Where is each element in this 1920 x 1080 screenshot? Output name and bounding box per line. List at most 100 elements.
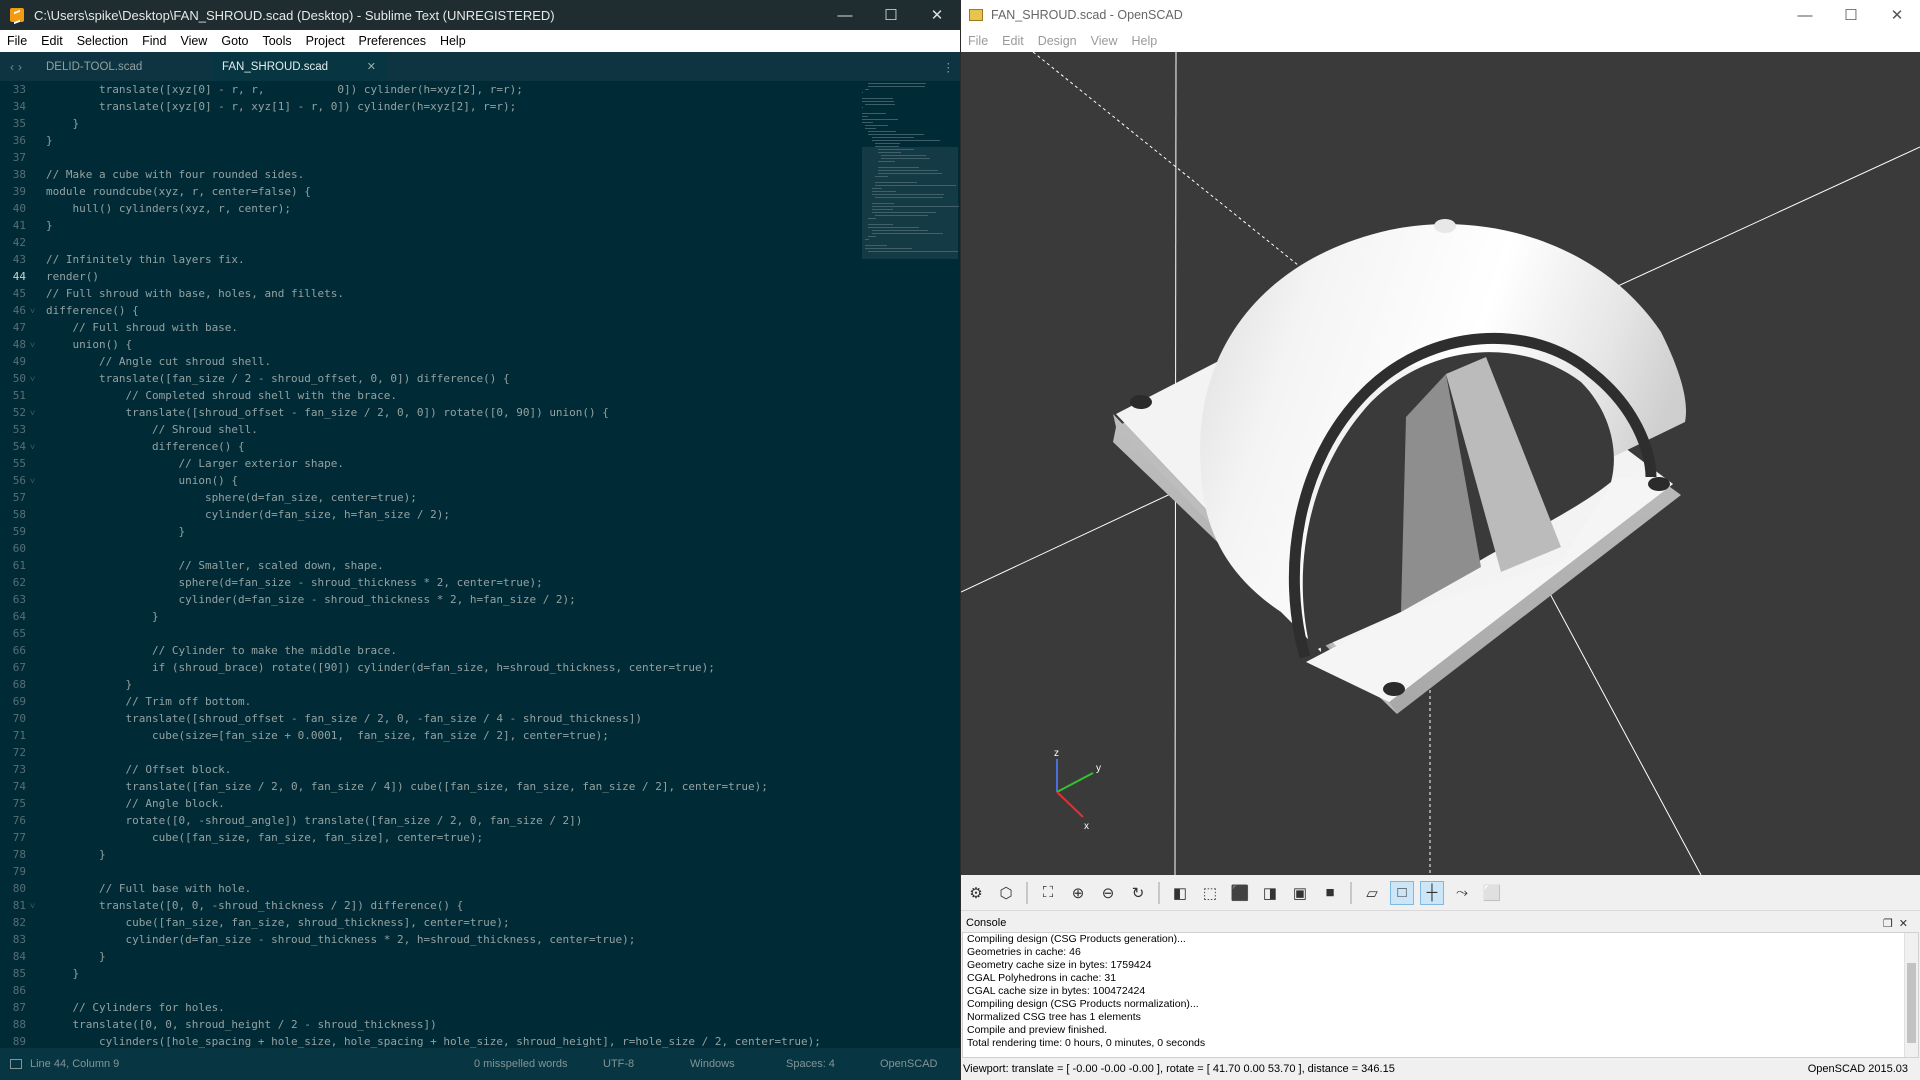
- perspective-icon[interactable]: ▱: [1360, 881, 1384, 905]
- view-left-icon[interactable]: ◨: [1258, 881, 1282, 905]
- syntax-status[interactable]: OpenSCAD: [880, 1058, 937, 1070]
- line-number: 37: [12, 151, 26, 164]
- code-text: translate([shroud_offset - fan_size / 2,…: [46, 406, 609, 419]
- minimap[interactable]: [862, 81, 959, 281]
- line-number: 52: [12, 406, 26, 419]
- menu-item-help[interactable]: Help: [433, 34, 473, 48]
- code-line: 47 // Full shroud with base.: [0, 319, 960, 336]
- sublime-window: C:\Users\spike\Desktop\FAN_SHROUD.scad (…: [0, 0, 960, 1080]
- console-float-close-icons[interactable]: ❐✕: [1883, 917, 1914, 930]
- openscad-status-bar: Viewport: translate = [ -0.00 -0.00 -0.0…: [961, 1058, 1920, 1080]
- orthogonal-icon[interactable]: □: [1390, 880, 1414, 905]
- line-endings-status[interactable]: Windows: [690, 1058, 735, 1070]
- zoom-out-icon[interactable]: ⊖: [1096, 881, 1120, 905]
- view-bottom-icon[interactable]: ⬛: [1228, 881, 1252, 905]
- line-number: 59: [12, 525, 26, 538]
- code-text: }: [46, 134, 53, 147]
- close-icon[interactable]: ✕: [1874, 0, 1920, 30]
- code-text: translate([xyz[0] - r, r, 0]) cylinder(h…: [46, 83, 523, 96]
- tab-fan-shroud-scad[interactable]: FAN_SHROUD.scad ✕: [212, 52, 388, 81]
- line-number: 68: [12, 678, 26, 691]
- menu-item-edit[interactable]: Edit: [34, 34, 70, 48]
- menu-item-find[interactable]: Find: [135, 34, 173, 48]
- code-text: translate([0, 0, shroud_height / 2 - shr…: [46, 1018, 437, 1031]
- openscad-window: FAN_SHROUD.scad - OpenSCAD — ☐ ✕ File Edi…: [961, 0, 1920, 1080]
- view-right-icon[interactable]: ◧: [1168, 881, 1192, 905]
- menu-item-design[interactable]: Design: [1031, 34, 1084, 48]
- line-number: 45: [12, 287, 26, 300]
- view-toolbar: ⚙ ⬡ ⛶ ⊕ ⊖ ↻ ◧ ⬚ ⬛ ◨ ▣ ■ ▱ □ ┼ ⤳ ⬜: [961, 875, 1920, 911]
- close-icon[interactable]: ✕: [914, 0, 960, 30]
- 3d-viewport[interactable]: z y x: [961, 52, 1920, 875]
- minimize-icon[interactable]: —: [822, 0, 868, 30]
- menu-item-tools[interactable]: Tools: [255, 34, 298, 48]
- menu-item-file[interactable]: File: [961, 34, 995, 48]
- code-line: 52 ˅ translate([shroud_offset - fan_size …: [0, 404, 960, 421]
- line-number: 71: [12, 729, 26, 742]
- toolbar-separator: [1026, 881, 1028, 904]
- minimize-icon[interactable]: —: [1782, 0, 1828, 30]
- code-line: 57 sphere(d=fan_size, center=true);: [0, 489, 960, 506]
- maximize-icon[interactable]: ☐: [868, 0, 914, 30]
- code-text: render(): [46, 270, 99, 283]
- code-text: translate([shroud_offset - fan_size / 2,…: [46, 712, 643, 725]
- menu-item-project[interactable]: Project: [299, 34, 352, 48]
- indent-status[interactable]: Spaces: 4: [786, 1058, 835, 1070]
- code-text: // Completed shroud shell with the brace…: [46, 389, 397, 402]
- menu-item-preferences[interactable]: Preferences: [352, 34, 433, 48]
- view-top-icon[interactable]: ⬚: [1198, 881, 1222, 905]
- show-scale-icon[interactable]: ⤳: [1450, 881, 1474, 905]
- line-number: 44: [12, 270, 26, 283]
- code-text: cylinders([hole_spacing + hole_size, hol…: [46, 1035, 821, 1048]
- encoding-status[interactable]: UTF-8: [603, 1058, 634, 1070]
- console-line: Normalized CSG tree has 1 elements: [967, 1011, 1141, 1023]
- menu-item-view[interactable]: View: [173, 34, 214, 48]
- tab-close-icon[interactable]: ✕: [367, 60, 376, 73]
- menu-item-view[interactable]: View: [1084, 34, 1125, 48]
- menu-item-file[interactable]: File: [0, 34, 34, 48]
- render-icon[interactable]: ⬡: [994, 881, 1018, 905]
- code-text: }: [46, 117, 80, 130]
- console-output[interactable]: Compiling design (CSG Products generatio…: [962, 932, 1919, 1058]
- menu-item-edit[interactable]: Edit: [995, 34, 1031, 48]
- show-axes-icon[interactable]: ┼: [1420, 880, 1444, 905]
- tab-menu-icon[interactable]: ⋮: [943, 60, 955, 74]
- code-line: 42: [0, 234, 960, 251]
- code-text: module roundcube(xyz, r, center=false) {: [46, 185, 311, 198]
- menu-item-help[interactable]: Help: [1125, 34, 1165, 48]
- line-number: 51: [12, 389, 26, 402]
- code-editor[interactable]: 33 translate([xyz[0] - r, r, 0]) cylinde…: [0, 81, 960, 1048]
- code-text: }: [46, 219, 53, 232]
- spelling-status: 0 misspelled words: [474, 1058, 568, 1070]
- menu-item-goto[interactable]: Goto: [214, 34, 255, 48]
- panel-toggle-icon[interactable]: [10, 1059, 22, 1069]
- code-text: }: [46, 610, 159, 623]
- zoom-in-icon[interactable]: ⊕: [1066, 881, 1090, 905]
- menu-item-selection[interactable]: Selection: [70, 34, 135, 48]
- code-line: 88 translate([0, 0, shroud_height / 2 - …: [0, 1016, 960, 1033]
- console-scrollbar[interactable]: [1904, 933, 1918, 1057]
- view-back-icon[interactable]: ■: [1318, 881, 1342, 905]
- console-line: Total rendering time: 0 hours, 0 minutes…: [967, 1037, 1206, 1049]
- view-all-icon[interactable]: ⛶: [1036, 881, 1060, 905]
- code-text: // Infinitely thin layers fix.: [46, 253, 245, 266]
- code-line: 80 // Full base with hole.: [0, 880, 960, 897]
- viewport-status: Viewport: translate = [ -0.00 -0.00 -0.0…: [963, 1063, 1395, 1075]
- code-line: 44 render(): [0, 268, 960, 285]
- tab-nav-arrows-icon[interactable]: ‹›: [0, 60, 36, 74]
- line-number: 50: [12, 372, 26, 385]
- code-text: cylinder(d=fan_size - shroud_thickness *…: [46, 593, 576, 606]
- code-line: 65: [0, 625, 960, 642]
- line-number: 85: [12, 967, 26, 980]
- preview-icon[interactable]: ⚙: [964, 881, 988, 905]
- code-line: 34 translate([xyz[0] - r, xyz[1] - r, 0]…: [0, 98, 960, 115]
- console-line: Compiling design (CSG Products generatio…: [967, 933, 1186, 945]
- maximize-icon[interactable]: ☐: [1828, 0, 1874, 30]
- show-edges-icon[interactable]: ⬜: [1480, 881, 1504, 905]
- code-line: 35 }: [0, 115, 960, 132]
- tab-delid-tool-scad[interactable]: DELID-TOOL.scad: [36, 52, 212, 81]
- code-line: 56 ˅ union() {: [0, 472, 960, 489]
- reset-view-icon[interactable]: ↻: [1126, 881, 1150, 905]
- view-front-icon[interactable]: ▣: [1288, 881, 1312, 905]
- code-line: 41}: [0, 217, 960, 234]
